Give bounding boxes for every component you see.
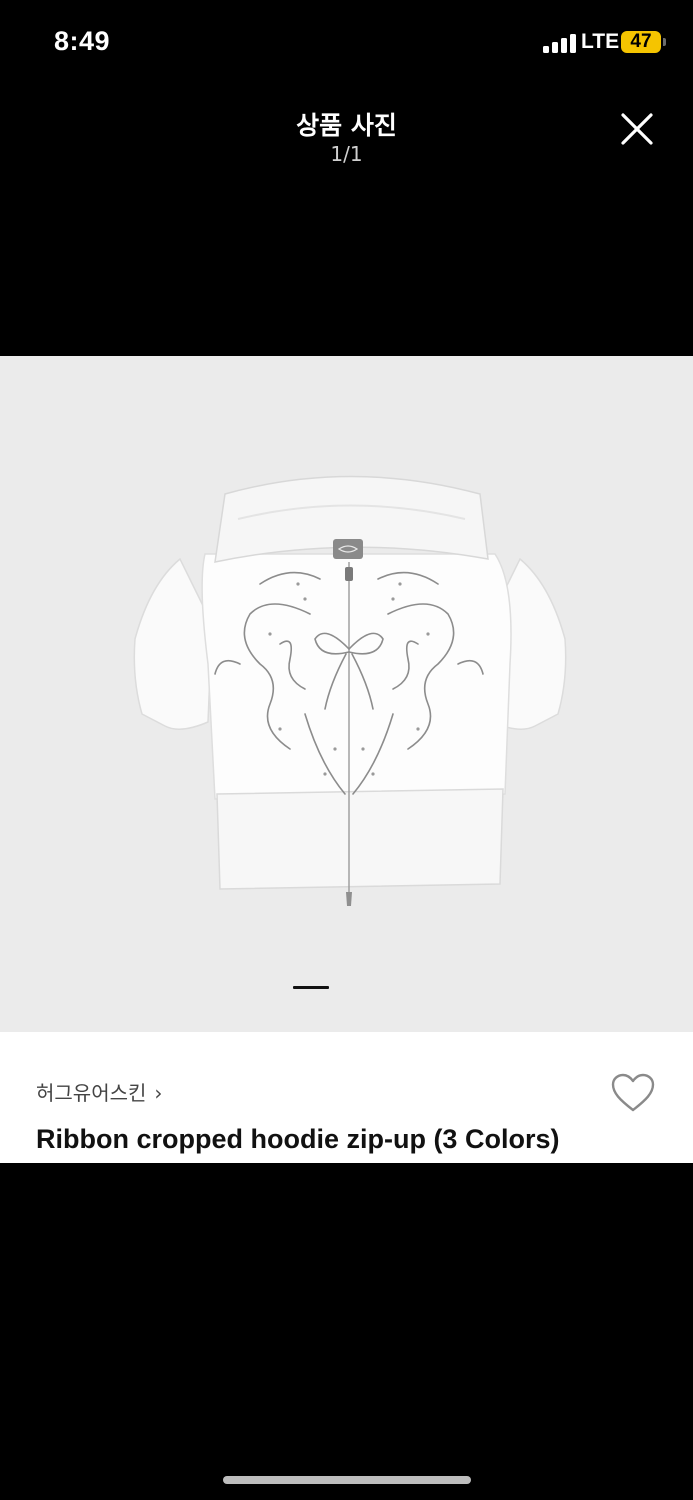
product-info: 허그유어스킨 › Ribbon cropped hoodie zip-up (3 … [0,1032,693,1163]
home-indicator[interactable] [223,1476,471,1484]
wishlist-button[interactable] [610,1072,656,1114]
page-counter: 1/1 [330,142,363,166]
cellular-signal-icon [543,33,576,53]
page-title: 상품 사진 [296,111,397,140]
viewer-header: 상품 사진 1/1 [0,96,693,176]
network-type: LTE [581,30,620,53]
product-name: Ribbon cropped hoodie zip-up (3 Colors) [36,1124,560,1154]
carousel-indicator [293,986,329,989]
product-photo-area[interactable] [0,356,693,1032]
battery-icon: 47 [621,31,661,53]
close-button[interactable] [612,104,662,154]
chevron-right-icon: › [154,1081,163,1105]
heart-outline-icon [611,1073,655,1112]
brand-link[interactable]: 허그유어스킨 › [36,1077,162,1106]
close-icon [621,113,653,145]
status-bar: 8:49 LTE 47 [0,0,693,88]
battery-level: 47 [630,31,652,52]
brand-name: 허그유어스킨 [36,1081,147,1105]
status-time: 8:49 [54,26,111,56]
battery-nub [663,38,666,46]
product-photo [133,475,567,906]
